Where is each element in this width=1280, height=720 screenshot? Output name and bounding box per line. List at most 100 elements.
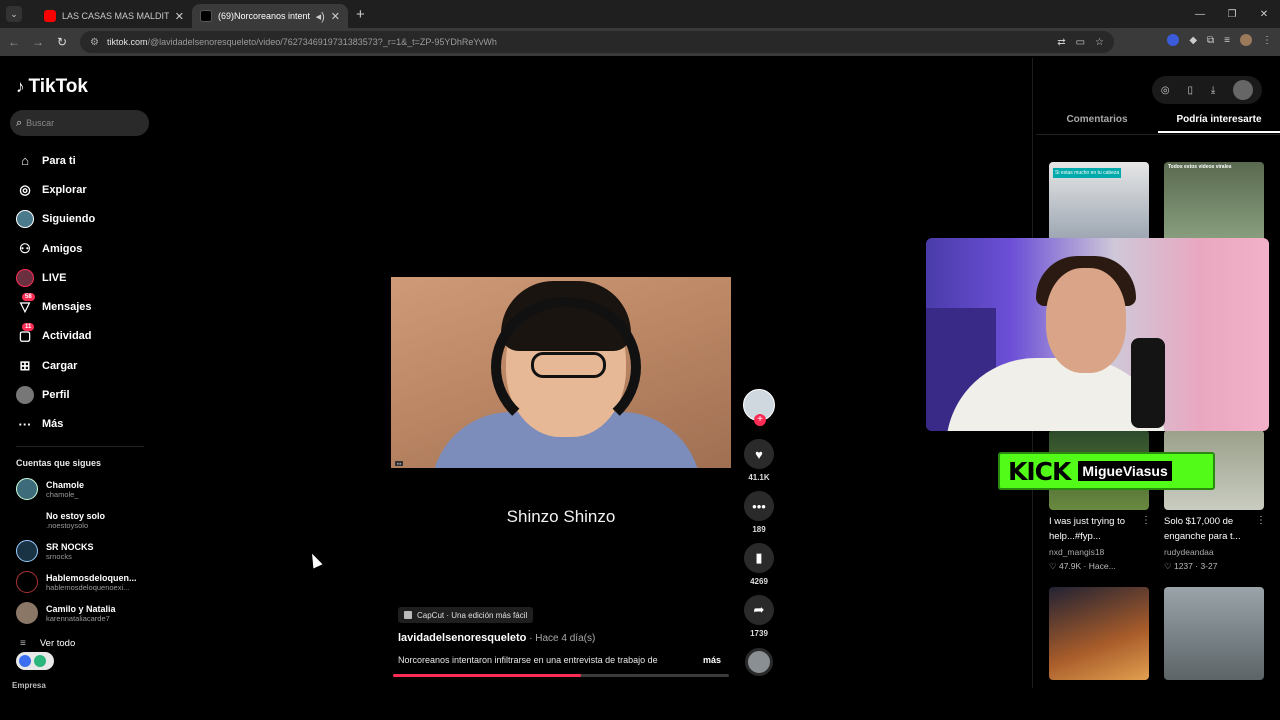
sidebar-item-perfil[interactable]: Perfil — [0, 380, 160, 409]
tiktok-logo[interactable]: ♪ TikTok — [16, 76, 88, 98]
extensions-puzzle-icon[interactable]: ⧉ — [1207, 35, 1214, 46]
account-handle: .noestoysolo — [46, 520, 89, 530]
upload-icon: ⊞ — [19, 357, 31, 373]
sidebar-item-amigos[interactable]: ⚇ Amigos — [0, 234, 160, 263]
sidebar-item-explorar[interactable]: ◎ Explorar — [0, 175, 160, 204]
translate-icon[interactable]: ⇄ — [1057, 37, 1065, 48]
followed-account[interactable]: No estoy solo .noestoysolo — [16, 509, 105, 531]
browser-tab-2[interactable]: (69)Norcoreanos intentaron ◂) ✕ — [192, 4, 348, 28]
see-all-button[interactable]: ≡ Ver todo — [20, 638, 75, 649]
video-caption: Shinzo Shinzo — [506, 507, 616, 526]
comment-button[interactable]: ••• 189 — [743, 491, 775, 534]
browser-menu-icon[interactable]: ⋮ — [1262, 35, 1272, 46]
recommended-thumb[interactable] — [1164, 587, 1264, 680]
close-tab-icon[interactable]: ✕ — [175, 10, 184, 23]
forward-icon[interactable]: → — [26, 35, 50, 49]
recommended-thumb[interactable]: Si estas mucho en tu cabeza — [1049, 162, 1149, 242]
tab-search-button[interactable]: ⌄ — [6, 6, 22, 22]
streamer-name: MigueViasus — [1078, 461, 1172, 481]
url-host: tiktok.com — [106, 37, 148, 47]
browser-tab-1[interactable]: LAS CASAS MAS MALDITAS DE ✕ — [36, 4, 192, 28]
close-tab-icon[interactable]: ✕ — [331, 10, 340, 23]
activity-badge: 11 — [22, 322, 35, 331]
music-disc-icon[interactable] — [745, 648, 773, 676]
minimize-button[interactable]: — — [1184, 0, 1216, 28]
card-title[interactable]: Solo $17,000 de enganche para t... — [1164, 514, 1268, 544]
window-controls: — ❐ ✕ — [1184, 0, 1280, 28]
account-name: SR NOCKS — [46, 541, 94, 552]
back-icon[interactable]: ← — [2, 35, 26, 49]
maximize-button[interactable]: ❐ — [1216, 0, 1248, 28]
sidebar-menu: ⌂ Para ti ◎ Explorar Siguiendo ⚇ Amigos LIV… — [0, 146, 160, 439]
search-input[interactable]: ⌕ Buscar — [10, 110, 149, 136]
sidebar-item-actividad[interactable]: ▢ 11 Actividad — [0, 322, 160, 351]
list-icon: ≡ — [20, 638, 26, 649]
sidebar-item-siguiendo[interactable]: Siguiendo — [0, 205, 160, 234]
more-button[interactable]: más — [703, 655, 721, 665]
card-stats: ♡ 47.9K · Hace... — [1049, 561, 1116, 571]
close-window-button[interactable]: ✕ — [1248, 0, 1280, 28]
comment-icon: ••• — [744, 491, 774, 521]
tab-title: LAS CASAS MAS MALDITAS DE — [62, 11, 169, 21]
account-name: Hablemosdeloquen... — [46, 572, 137, 583]
download-icon[interactable]: ⤓ — [1211, 85, 1215, 96]
microphone-shape — [1131, 338, 1165, 428]
extension-2-icon[interactable]: ◆ — [1189, 35, 1197, 46]
compass-icon[interactable]: ◎ — [1161, 85, 1170, 96]
install-icon[interactable]: ▭ — [1076, 37, 1085, 48]
floating-widget[interactable] — [16, 652, 54, 670]
card-title[interactable]: I was just trying to help...#fyp... — [1049, 514, 1153, 544]
user-avatar[interactable] — [1233, 80, 1254, 100]
followed-account[interactable]: Chamole chamole_ — [16, 478, 84, 500]
sidebar-item-label: Más — [42, 418, 64, 431]
sidebar-item-live[interactable]: LIVE — [0, 263, 160, 292]
new-tab-button[interactable]: + — [356, 6, 365, 23]
video-progress-bar[interactable] — [393, 674, 729, 677]
profile-icon — [16, 386, 34, 405]
card-menu-icon[interactable]: ⋮ — [1256, 515, 1266, 526]
extensions-area: ◆ ⧉ ≡ ⋮ — [1167, 34, 1272, 46]
profile-avatar[interactable] — [1240, 34, 1252, 46]
following-avatar — [16, 210, 34, 229]
tab-podria-interesarte[interactable]: Podría interesarte — [1158, 114, 1280, 133]
like-button[interactable]: ♥ 41.1K — [743, 439, 775, 482]
card-user[interactable]: nxd_mangis18 — [1049, 547, 1104, 557]
card-menu-icon[interactable]: ⋮ — [1141, 515, 1151, 526]
sidebar-item-label: Actividad — [42, 330, 92, 343]
recommended-thumb[interactable] — [1049, 587, 1149, 680]
url-field[interactable]: ⚙ tiktok.com/@lavidadelsenoresqueleto/vi… — [80, 31, 1114, 53]
recommended-thumb[interactable]: Todos estos videos virales — [1164, 162, 1264, 242]
followed-account[interactable]: Camilo y Natalia karennataliacarde7 — [16, 602, 116, 624]
sidebar-item-label: Siguiendo — [42, 213, 96, 226]
empresa-link[interactable]: Empresa — [12, 681, 46, 690]
author-avatar[interactable]: + — [743, 389, 775, 426]
tab-comentarios[interactable]: Comentarios — [1036, 114, 1158, 133]
video-frame[interactable]: ▪▪▪ — [391, 277, 731, 468]
friends-icon: ⚇ — [19, 240, 31, 256]
sidebar-item-mas[interactable]: ··· Más — [0, 410, 160, 439]
sidebar-item-mensajes[interactable]: ▽ 58 Mensajes — [0, 292, 160, 321]
comment-count: 189 — [752, 525, 766, 534]
reload-icon[interactable]: ↻ — [50, 35, 74, 49]
followed-account[interactable]: SR NOCKS srnocks — [16, 540, 94, 562]
capcut-link[interactable]: CapCut · Una edición más fácil — [398, 607, 534, 623]
more-icon: ··· — [18, 416, 32, 432]
avatar — [16, 540, 38, 562]
extension-1-icon[interactable] — [1167, 34, 1180, 46]
mute-icon[interactable]: ◂) — [316, 10, 325, 23]
thumb-label: Si estas mucho en tu cabeza — [1053, 168, 1122, 178]
save-button[interactable]: ▮ 4269 — [743, 543, 775, 586]
sidebar-item-cargar[interactable]: ⊞ Cargar — [0, 351, 160, 380]
phone-icon[interactable]: ▯ — [1187, 85, 1193, 96]
see-all-label: Ver todo — [39, 638, 76, 649]
follow-plus-icon[interactable]: + — [754, 414, 766, 426]
bookmark-star-icon[interactable]: ☆ — [1095, 37, 1104, 48]
card-user[interactable]: rudydeandaa — [1164, 547, 1214, 557]
site-info-icon[interactable]: ⚙ — [90, 37, 99, 48]
live-icon — [16, 268, 34, 287]
author-line[interactable]: lavidadelsenoresqueleto · Hace 4 día(s) — [398, 632, 595, 644]
media-control-icon[interactable]: ≡ — [1224, 35, 1230, 46]
followed-account[interactable]: Hablemosdeloquen... hablemosdeloquenoexi.… — [16, 571, 137, 593]
share-button[interactable]: ➦ 1739 — [743, 595, 775, 638]
sidebar-item-para-ti[interactable]: ⌂ Para ti — [0, 146, 160, 175]
